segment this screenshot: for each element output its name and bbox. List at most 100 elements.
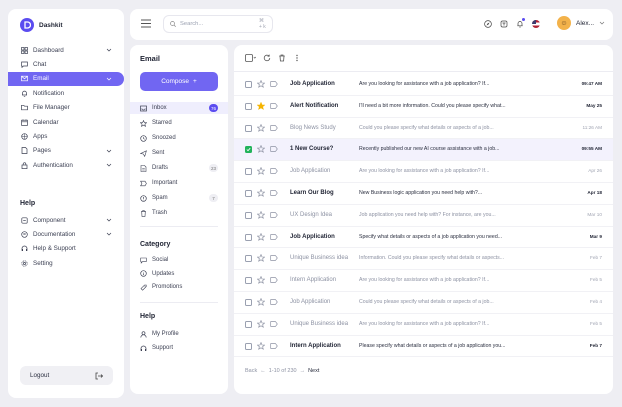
label-tag-icon[interactable] [270, 342, 278, 350]
compass-icon[interactable] [484, 20, 492, 28]
send-icon [140, 149, 147, 157]
folder-spam[interactable]: Spam 7 [130, 192, 228, 204]
folder-starred[interactable]: Starred [130, 117, 228, 129]
search-input[interactable] [180, 21, 255, 27]
folder-sent[interactable]: Sent [130, 147, 228, 159]
label-tag-icon[interactable] [270, 189, 278, 197]
sidebar-item-help-support[interactable]: Help & Support [8, 242, 124, 256]
label-tag-icon[interactable] [270, 124, 278, 132]
row-checkbox[interactable] [245, 255, 252, 263]
pager-next[interactable]: Next [308, 368, 319, 374]
folder-important[interactable]: Important [130, 177, 228, 189]
folder-help-support[interactable]: Support [130, 342, 228, 354]
row-checkbox[interactable] [245, 102, 252, 110]
menu-icon[interactable] [141, 19, 151, 28]
mail-row[interactable]: Blog News Study Could you please specify … [234, 118, 613, 140]
folder-inbox[interactable]: Inbox 76 [130, 102, 228, 114]
label-tag-icon[interactable] [270, 145, 278, 153]
sidebar-item-authentication[interactable]: Authentication [8, 158, 124, 172]
row-checkbox[interactable] [245, 299, 252, 306]
sidebar-item-dashboard[interactable]: Dashboard [8, 43, 124, 57]
label-tag-icon[interactable] [270, 167, 278, 175]
compose-button[interactable]: Compose + [140, 72, 218, 91]
brand[interactable]: Dashkit [20, 18, 62, 32]
folder-label: Inbox [152, 105, 167, 111]
translate-icon[interactable] [500, 20, 508, 28]
star-icon[interactable] [257, 298, 265, 306]
mail-row[interactable]: Unique Business idea Information. Could y… [234, 248, 613, 271]
more-icon[interactable] [293, 54, 301, 62]
star-icon[interactable] [257, 341, 265, 350]
refresh-icon[interactable] [263, 54, 271, 62]
sidebar-item-notification[interactable]: Notification [8, 86, 124, 100]
sidebar-item-documentation[interactable]: Documentation [8, 227, 124, 241]
mail-row[interactable]: 1 New Course? Recently published our new … [234, 139, 613, 162]
star-icon[interactable] [257, 210, 265, 219]
mail-subject: I'll need a bit more information. Could … [359, 102, 506, 109]
label-tag-icon[interactable] [270, 233, 278, 241]
mail-row[interactable]: Intern Application Are you looking for as… [234, 270, 613, 292]
sidebar-item-email[interactable]: Email [8, 71, 124, 87]
compose-label: Compose [161, 78, 190, 85]
star-icon[interactable] [257, 167, 265, 176]
star-icon[interactable] [257, 319, 265, 328]
mail-row[interactable]: Learn Our Blog New Business logic applica… [234, 183, 613, 205]
sidebar-item-calendar[interactable]: Calendar [8, 115, 124, 129]
logout-button[interactable]: Logout [20, 366, 113, 385]
star-icon[interactable] [257, 254, 265, 263]
folder-help-my-profile[interactable]: My Profile [130, 328, 228, 340]
folder-snoozed[interactable]: Snoozed [130, 132, 228, 144]
folder-trash[interactable]: Trash [130, 207, 228, 219]
label-tag-icon[interactable] [270, 102, 278, 110]
delete-icon[interactable] [278, 54, 286, 62]
row-checkbox[interactable] [245, 190, 252, 197]
label-tag-icon[interactable] [270, 254, 278, 262]
chevron-down-icon [106, 148, 112, 154]
mail-row[interactable]: Job Application Are you looking for assis… [234, 161, 613, 183]
row-checkbox[interactable] [245, 146, 252, 154]
sidebar-item-chat[interactable]: Chat [8, 57, 124, 71]
label-tag-icon[interactable] [270, 320, 278, 328]
sidebar-item-apps[interactable]: Apps [8, 129, 124, 143]
user-menu[interactable]: ☺ Alex... [557, 16, 605, 30]
row-checkbox[interactable] [245, 233, 252, 241]
star-icon[interactable] [257, 276, 265, 285]
label-tag-icon[interactable] [270, 211, 278, 219]
mail-row[interactable]: Job Application Specify what details or a… [234, 227, 613, 249]
star-icon[interactable] [257, 189, 265, 197]
label-tag-icon[interactable] [270, 298, 278, 306]
pager-back[interactable]: Back [245, 368, 257, 374]
star-icon[interactable] [257, 232, 265, 241]
mail-row[interactable]: Job Application Could you please specify … [234, 292, 613, 314]
row-checkbox[interactable] [245, 277, 252, 285]
label-tag-icon[interactable] [270, 276, 278, 284]
row-checkbox[interactable] [245, 124, 252, 132]
category-updates[interactable]: Updates [130, 268, 228, 280]
select-all-checkbox[interactable] [245, 54, 256, 62]
category-social[interactable]: Social [130, 254, 228, 266]
sidebar-item-setting[interactable]: Setting [8, 256, 124, 270]
row-checkbox[interactable] [245, 342, 252, 350]
row-checkbox[interactable] [245, 81, 252, 88]
us-flag-icon[interactable] [532, 20, 540, 28]
star-icon[interactable] [257, 80, 265, 88]
arrow-left-icon: ← [260, 368, 266, 374]
row-checkbox[interactable] [245, 168, 252, 176]
star-icon[interactable] [257, 101, 265, 110]
row-checkbox[interactable] [245, 211, 252, 219]
star-icon[interactable] [257, 145, 265, 154]
sidebar-item-file-manager[interactable]: File Manager [8, 101, 124, 115]
mail-row[interactable]: Job Application Are you looking for assis… [234, 74, 613, 96]
mail-row[interactable]: UX Design Idea Job application you need h… [234, 205, 613, 227]
folder-drafts[interactable]: Drafts 23 [130, 162, 228, 174]
sidebar-item-pages[interactable]: Pages [8, 144, 124, 158]
star-icon[interactable] [257, 123, 265, 132]
sidebar-item-component[interactable]: Component [8, 213, 124, 227]
category-promotions[interactable]: Promotions [130, 281, 228, 293]
mail-row[interactable]: Intern Application Please specify what de… [234, 336, 613, 358]
mail-row[interactable]: Unique Business idea Are you looking for … [234, 314, 613, 336]
bell-icon[interactable] [516, 18, 525, 28]
row-checkbox[interactable] [245, 320, 252, 328]
label-tag-icon[interactable] [270, 80, 278, 88]
mail-row[interactable]: Alert Notification I'll need a bit more i… [234, 96, 613, 118]
